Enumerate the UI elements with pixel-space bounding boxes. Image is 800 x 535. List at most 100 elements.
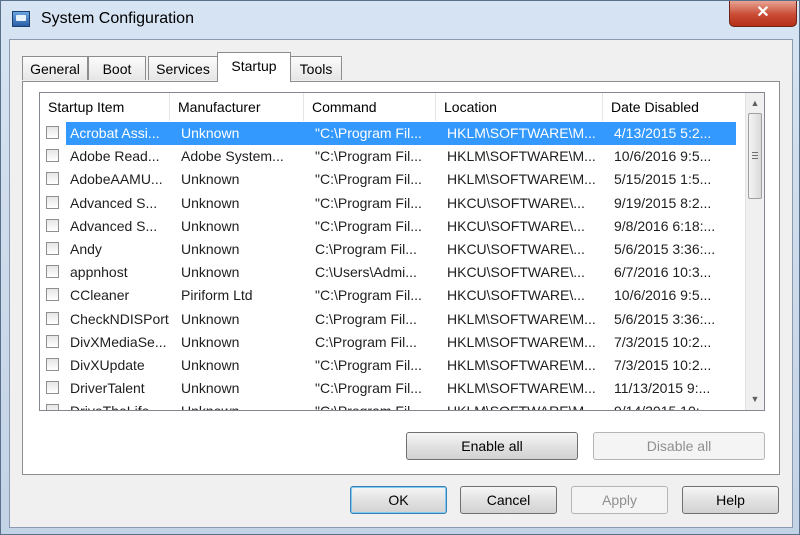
tab-startup[interactable]: Startup (217, 52, 291, 82)
enable-all-button[interactable]: Enable all (406, 432, 578, 460)
scroll-down-arrow-icon[interactable]: ▼ (746, 391, 764, 408)
list-row[interactable]: Acrobat Assi... Unknown "C:\Program Fil...… (40, 122, 745, 145)
list-row[interactable]: CCleaner Piriform Ltd "C:\Program Fil... HK… (40, 284, 745, 307)
cell-item: DivXMediaSe... (70, 333, 167, 350)
cell-item: Andy (70, 241, 102, 257)
cell-date: 11/13/2015 9:... (614, 380, 711, 397)
cell-command: "C:\Program Fil... (315, 148, 422, 165)
cell-command: "C:\Program Fil... (315, 400, 422, 410)
list-row[interactable]: Advanced S... Unknown "C:\Program Fil... HK… (40, 192, 745, 215)
help-button[interactable]: Help (682, 486, 779, 514)
list-row[interactable]: appnhost Unknown C:\Users\Admi... HKCU\SOFT… (40, 261, 745, 284)
cell-manufacturer: Adobe System... (181, 148, 284, 165)
apply-button[interactable]: Apply (571, 486, 668, 514)
cell-item: CCleaner (70, 287, 130, 304)
list-row[interactable]: Andy Unknown C:\Program Fil... HKCU\SOFTWAR… (40, 238, 745, 261)
cell-location: HKCU\SOFTWARE\... (447, 194, 585, 211)
list-row[interactable]: DriverTalent Unknown "C:\Program Fil... HKL… (40, 377, 745, 400)
startup-panel: Startup Item Manufacturer Command Locati… (22, 81, 780, 475)
scroll-thumb[interactable] (748, 113, 762, 199)
cell-location: HKLM\SOFTWARE\M... (447, 171, 596, 188)
dialog-body: General Boot Services Startup Tools Star… (9, 39, 793, 528)
disable-all-button[interactable]: Disable all (593, 432, 765, 460)
list-row[interactable]: DivXMediaSe... Unknown C:\Program Fil... HK… (40, 331, 745, 354)
startup-item-checkbox[interactable] (46, 218, 59, 232)
cancel-button[interactable]: Cancel (460, 486, 557, 514)
window: System Configuration ✕ General Boot Serv… (0, 0, 800, 535)
column-command[interactable]: Command (304, 93, 436, 121)
startup-item-checkbox[interactable] (46, 288, 59, 302)
cell-command: "C:\Program Fil... (315, 287, 422, 304)
cell-location: HKLM\SOFTWARE\M... (447, 380, 596, 397)
cell-command: C:\Program Fil... (315, 310, 417, 327)
column-manufacturer[interactable]: Manufacturer (170, 93, 304, 121)
list-row[interactable]: AdobeAAMU... Unknown "C:\Program Fil... HKL… (40, 168, 745, 191)
startup-item-checkbox[interactable] (46, 265, 59, 279)
list-row[interactable]: DivXUpdate Unknown "C:\Program Fil... HKLM\… (40, 354, 745, 377)
cell-location: HKLM\SOFTWARE\M... (447, 148, 596, 165)
cell-location: HKLM\SOFTWARE\M... (447, 357, 596, 373)
cell-manufacturer: Unknown (181, 380, 240, 397)
cell-location: HKLM\SOFTWARE\M... (447, 400, 596, 410)
cell-location: HKCU\SOFTWARE\... (447, 287, 585, 304)
cell-location: HKCU\SOFTWARE\... (447, 241, 585, 257)
startup-item-checkbox[interactable] (46, 242, 59, 255)
startup-item-checkbox[interactable] (46, 149, 59, 163)
cell-command: "C:\Program Fil... (315, 125, 422, 141)
cell-manufacturer: Unknown (181, 241, 240, 257)
startup-item-checkbox[interactable] (46, 404, 59, 410)
cell-date: 5/6/2015 3:36:... (614, 310, 716, 327)
startup-item-checkbox[interactable] (46, 172, 59, 186)
scroll-up-arrow-icon[interactable]: ▲ (746, 95, 764, 112)
cell-date: 10/6/2016 9:5... (614, 287, 712, 304)
cell-date: 9/14/2015 10:... (614, 400, 711, 410)
list-row[interactable]: Advanced S... Unknown "C:\Program Fil... HK… (40, 215, 745, 238)
vertical-scrollbar[interactable]: ▲ ▼ (745, 93, 764, 410)
startup-item-checkbox[interactable] (46, 195, 59, 209)
list-row[interactable]: DriveTheLife Unknown "C:\Program Fil... HKL… (40, 400, 745, 410)
startup-list[interactable]: Startup Item Manufacturer Command Locati… (39, 92, 765, 411)
startup-item-checkbox[interactable] (46, 126, 59, 139)
cell-item: DriveTheLife (70, 400, 149, 410)
cell-location: HKLM\SOFTWARE\M... (447, 125, 596, 141)
window-title: System Configuration (41, 10, 194, 27)
list-row[interactable]: Adobe Read... Adobe System... "C:\Program … (40, 145, 745, 168)
tab-boot[interactable]: Boot (88, 56, 146, 80)
cell-command: C:\Program Fil... (315, 333, 417, 350)
tab-tools[interactable]: Tools (290, 56, 342, 80)
ok-button[interactable]: OK (350, 486, 447, 514)
column-startup-item[interactable]: Startup Item (40, 93, 170, 121)
cell-item: Advanced S... (70, 217, 158, 234)
cell-item: Advanced S... (70, 194, 158, 211)
cell-manufacturer: Unknown (181, 310, 240, 327)
cell-command: "C:\Program Fil... (315, 357, 422, 373)
close-button[interactable]: ✕ (729, 1, 797, 27)
cell-location: HKLM\SOFTWARE\M... (447, 333, 596, 350)
cell-command: "C:\Program Fil... (315, 380, 422, 397)
cell-date: 5/6/2015 3:36:... (614, 241, 716, 257)
startup-item-checkbox[interactable] (46, 381, 59, 395)
column-location[interactable]: Location (436, 93, 603, 121)
cell-location: HKCU\SOFTWARE\... (447, 264, 585, 281)
column-date-disabled[interactable]: Date Disabled (603, 93, 745, 121)
cell-item: Acrobat Assi... (70, 125, 160, 141)
system-configuration-icon (12, 11, 30, 27)
title-bar[interactable]: System Configuration ✕ (1, 1, 800, 39)
tab-general[interactable]: General (22, 56, 88, 80)
cell-manufacturer: Unknown (181, 171, 240, 188)
startup-item-checkbox[interactable] (46, 334, 59, 348)
cell-date: 9/8/2016 6:18:... (614, 217, 716, 234)
cell-date: 6/7/2016 10:3... (614, 264, 712, 281)
cell-item: CheckNDISPort (70, 310, 169, 327)
cell-item: appnhost (70, 264, 128, 281)
list-header: Startup Item Manufacturer Command Locati… (40, 93, 745, 122)
cell-command: "C:\Program Fil... (315, 194, 422, 211)
cell-item: AdobeAAMU... (70, 171, 163, 188)
startup-item-checkbox[interactable] (46, 358, 59, 371)
tab-services[interactable]: Services (148, 56, 218, 80)
cell-manufacturer: Unknown (181, 333, 240, 350)
cell-manufacturer: Unknown (181, 400, 239, 410)
startup-item-checkbox[interactable] (46, 311, 59, 325)
list-row[interactable]: CheckNDISPort Unknown C:\Program Fil... HKL… (40, 308, 745, 331)
cell-manufacturer: Unknown (181, 264, 240, 281)
